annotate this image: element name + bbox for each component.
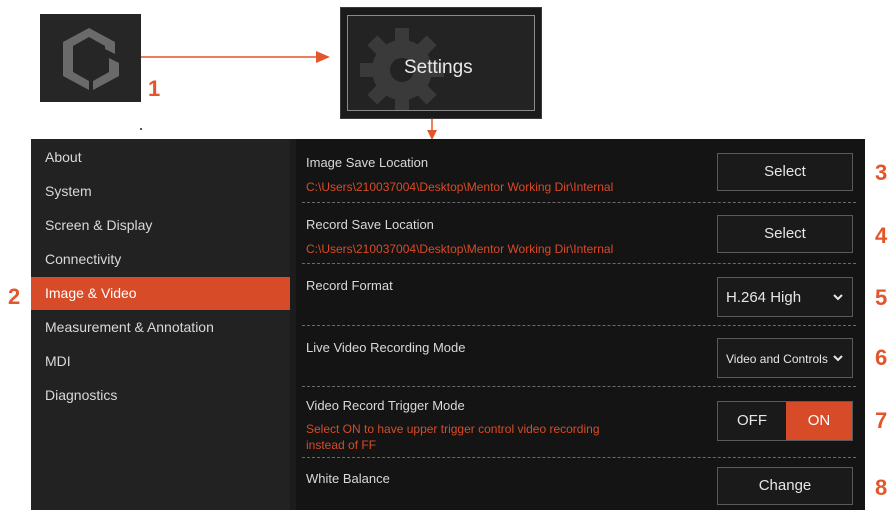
callout-arrows [141,51,437,140]
sidebar-item-mdi[interactable]: MDI [31,345,290,378]
chevron-down-icon [833,294,843,301]
live-mode-title: Live Video Recording Mode [306,340,466,355]
record-format-value: H.264 High [726,289,802,306]
white-balance-change-button[interactable]: Change [717,467,853,505]
chevron-down-icon [833,355,843,362]
stray-mark [140,128,142,130]
live-mode-value: Video and Controls [726,352,828,366]
live-mode-dropdown[interactable]: Video and Controls [717,338,853,378]
record-save-select-button[interactable]: Select [717,215,853,253]
callout-3: 3 [875,160,888,185]
callout-2: 2 [8,284,21,309]
settings-panel: About System Screen & Display Connectivi… [31,139,865,510]
sidebar-item-system[interactable]: System [31,175,290,208]
record-format-dropdown[interactable]: H.264 High [717,277,853,317]
divider [302,457,856,458]
record-save-title: Record Save Location [306,217,434,232]
settings-content: Image Save Location C:\Users\210037004\D… [296,139,865,510]
image-save-title: Image Save Location [306,155,429,170]
white-balance-title: White Balance [306,471,390,486]
trigger-mode-hint-line2: instead of FF [306,438,377,452]
callout-5: 5 [875,285,888,310]
divider [302,202,856,203]
sidebar-item-diagnostics[interactable]: Diagnostics [31,379,290,412]
sidebar-item-screen-display[interactable]: Screen & Display [31,209,290,242]
sidebar-item-measurement-annotation[interactable]: Measurement & Annotation [31,311,290,344]
callout-8: 8 [875,475,888,500]
divider [302,325,856,326]
callout-6: 6 [875,345,888,370]
toggle-off-option[interactable]: OFF [718,402,786,440]
sidebar-item-about[interactable]: About [31,141,290,174]
sidebar-item-connectivity[interactable]: Connectivity [31,243,290,276]
image-save-path: C:\Users\210037004\Desktop\Mentor Workin… [306,180,614,194]
settings-sidebar: About System Screen & Display Connectivi… [31,139,290,510]
trigger-mode-title: Video Record Trigger Mode [306,398,465,413]
record-format-title: Record Format [306,278,393,293]
record-save-path: C:\Users\210037004\Desktop\Mentor Workin… [306,242,614,256]
trigger-mode-hint-line1: Select ON to have upper trigger control … [306,422,600,436]
divider [302,263,856,264]
callout-4: 4 [875,223,888,248]
image-save-select-button[interactable]: Select [717,153,853,191]
toggle-on-option[interactable]: ON [786,402,852,440]
callout-7: 7 [875,408,888,433]
sidebar-item-image-video[interactable]: Image & Video [31,277,290,310]
divider [302,386,856,387]
trigger-mode-toggle[interactable]: OFF ON [717,401,853,441]
